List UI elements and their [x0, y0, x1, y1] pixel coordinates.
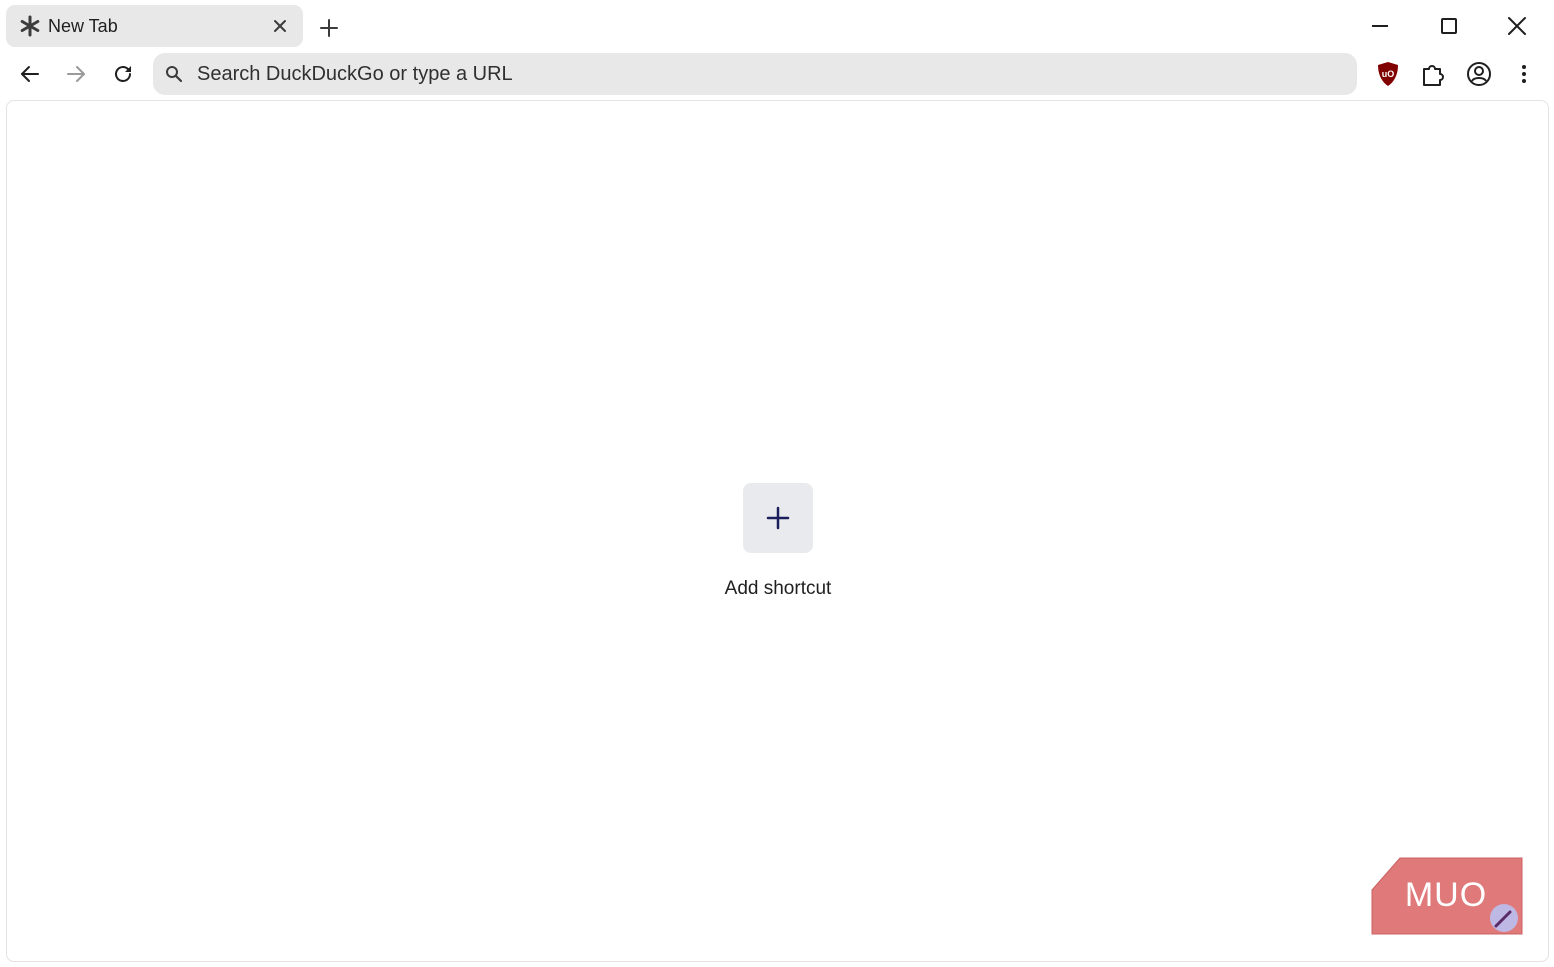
- new-tab-plus-icon[interactable]: [316, 15, 342, 41]
- reload-icon[interactable]: [109, 60, 137, 88]
- extensions-puzzle-icon[interactable]: [1419, 60, 1447, 88]
- svg-text:uO: uO: [1382, 69, 1395, 79]
- minimize-icon[interactable]: [1364, 10, 1396, 42]
- close-window-icon[interactable]: [1501, 10, 1533, 42]
- new-tab-page: Add shortcut: [6, 100, 1549, 962]
- tab-new-tab[interactable]: New Tab: [6, 5, 303, 47]
- address-bar[interactable]: [153, 53, 1357, 95]
- svg-text:MUO: MUO: [1405, 876, 1487, 914]
- menu-kebab-icon[interactable]: [1510, 60, 1538, 88]
- browser-window: New Tab Search DuckDuckGo or type a URL …: [0, 0, 1554, 967]
- tab-strip: New Tab: [0, 0, 1554, 50]
- forward-arrow-icon[interactable]: [62, 60, 90, 88]
- address-input[interactable]: [197, 53, 1337, 95]
- back-arrow-icon[interactable]: [16, 60, 44, 88]
- plus-icon: [766, 506, 790, 530]
- browser-toolbar: uO: [0, 50, 1554, 98]
- add-shortcut-button[interactable]: Add shortcut: [713, 483, 843, 613]
- close-tab-icon[interactable]: [271, 17, 289, 35]
- maximize-icon[interactable]: [1433, 10, 1465, 42]
- profile-icon[interactable]: [1465, 60, 1493, 88]
- muo-logo: MUO: [1371, 857, 1523, 935]
- window-controls: [1344, 0, 1554, 50]
- ublock-origin-icon[interactable]: uO: [1374, 60, 1402, 88]
- search-icon: [166, 66, 183, 83]
- add-shortcut-label: Add shortcut: [724, 578, 832, 599]
- add-shortcut-tile[interactable]: [743, 483, 813, 553]
- tab-title: New Tab: [48, 16, 118, 36]
- asterisk-icon: [20, 15, 40, 37]
